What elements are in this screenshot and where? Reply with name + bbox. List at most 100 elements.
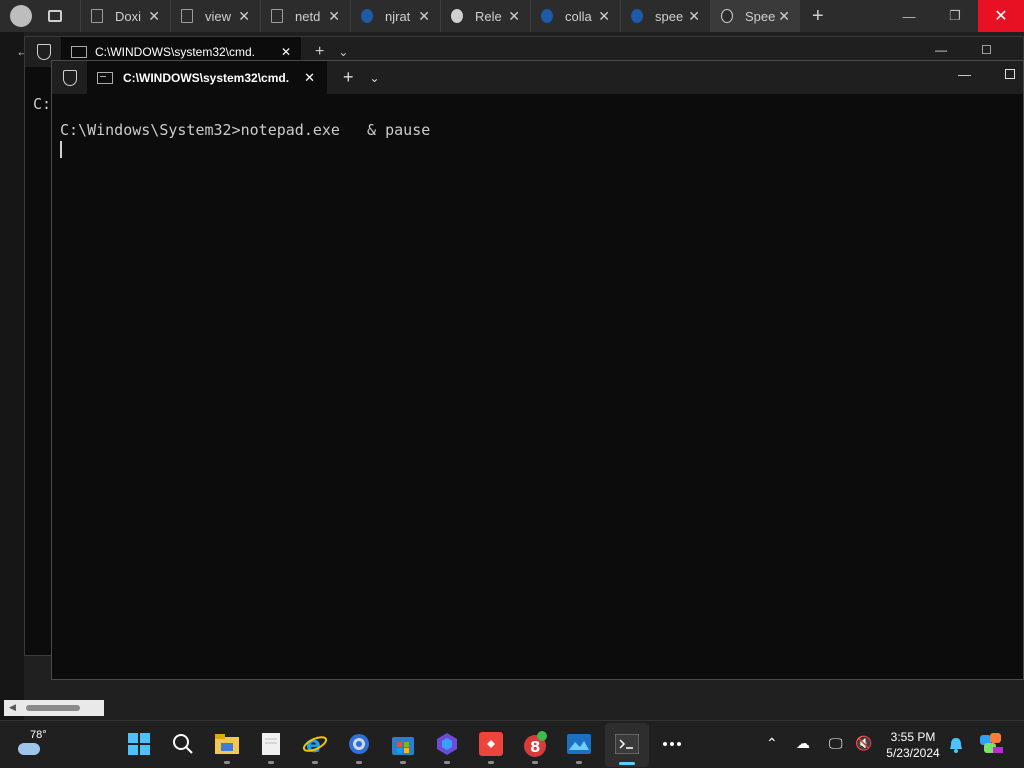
github-copilot-icon: [721, 9, 733, 23]
github-icon: [451, 9, 463, 23]
browser-tab-active[interactable]: Spee ✕: [710, 0, 800, 32]
copilot-icon[interactable]: [980, 733, 1004, 758]
system-clock[interactable]: 3:55 PM 5/23/2024: [880, 729, 946, 761]
terminal-output[interactable]: C:\Windows\System32>notepad.exe & pause: [60, 121, 430, 139]
terminal-titlebar: C:\WINDOWS\system32\cmd. ✕ + ⌄ —: [52, 61, 1023, 94]
close-icon[interactable]: ✕: [688, 8, 700, 25]
browser-tab[interactable]: view ✕: [170, 0, 260, 32]
scroll-thumb[interactable]: [26, 705, 80, 711]
close-icon[interactable]: ✕: [508, 8, 520, 25]
taskbar: 78° e 8 ⌃ ☁ 🖵 🔇 3:55 PM 5/23/2024: [0, 720, 1024, 768]
settings-icon[interactable]: [346, 731, 372, 757]
running-indicator: [400, 761, 406, 764]
tab-title: njrat: [385, 8, 411, 24]
running-indicator: [312, 761, 318, 764]
close-icon[interactable]: ✕: [238, 8, 250, 25]
restore-button[interactable]: ❐: [932, 0, 978, 32]
chevron-down-icon[interactable]: ⌄: [370, 71, 380, 85]
svg-text:e: e: [306, 733, 321, 756]
search-icon: [631, 9, 643, 23]
network-icon[interactable]: 🖵: [829, 735, 843, 752]
close-icon[interactable]: ✕: [281, 45, 291, 59]
close-tab-button[interactable]: ✕: [304, 70, 315, 86]
visual-studio-icon[interactable]: [434, 731, 460, 757]
clock-date: 5/23/2024: [886, 746, 940, 760]
new-tab-button[interactable]: +: [343, 67, 354, 88]
terminal-tab[interactable]: C:\WINDOWS\system32\cmd. ✕: [87, 61, 327, 94]
tab-actions-icon[interactable]: [48, 10, 62, 22]
tab-title: Spee: [745, 8, 775, 24]
app-8-icon[interactable]: 8: [522, 731, 548, 757]
close-icon[interactable]: ✕: [148, 8, 160, 25]
search-icon: [361, 9, 373, 23]
microsoft-store-icon[interactable]: [390, 731, 416, 757]
file-explorer-icon[interactable]: [214, 731, 240, 757]
tab-title: netd: [295, 8, 321, 24]
close-icon[interactable]: ✕: [418, 8, 430, 25]
minimize-button[interactable]: —: [935, 43, 947, 57]
tab-title: colla: [565, 8, 592, 24]
windows-start-icon[interactable]: [126, 731, 152, 757]
tab-title: spee: [655, 8, 684, 24]
chevron-down-icon[interactable]: ⌄: [338, 45, 348, 59]
photos-icon[interactable]: [566, 731, 592, 757]
page-icon: [271, 9, 283, 23]
search-icon[interactable]: [170, 731, 196, 757]
browser-tab[interactable]: Rele ✕: [440, 0, 530, 32]
running-indicator: [532, 761, 538, 764]
svg-text:8: 8: [530, 738, 540, 756]
tab-title: Doxi: [115, 8, 142, 24]
tab-title: Rele: [475, 8, 502, 24]
minimize-button[interactable]: —: [958, 67, 971, 82]
close-icon[interactable]: ✕: [778, 8, 790, 25]
anydesk-icon[interactable]: [478, 731, 504, 757]
close-icon[interactable]: ✕: [328, 8, 340, 25]
notification-bell-icon[interactable]: [949, 737, 963, 756]
weather-widget[interactable]: 78°: [14, 729, 54, 761]
more-icon[interactable]: [659, 731, 685, 757]
terminal-window: C:\WINDOWS\system32\cmd. ✕ + ⌄ — C:\Wind…: [51, 60, 1024, 680]
close-button[interactable]: ✕: [978, 0, 1024, 32]
new-tab-button[interactable]: +: [812, 5, 824, 28]
running-indicator: [488, 761, 494, 764]
notepad-icon[interactable]: [258, 731, 284, 757]
running-indicator: [268, 761, 274, 764]
volume-muted-icon[interactable]: 🔇: [855, 735, 872, 752]
page-icon: [181, 9, 193, 23]
clock-time: 3:55 PM: [890, 730, 936, 744]
tab-title: C:\WINDOWS\system32\cmd.: [95, 45, 256, 59]
running-indicator: [444, 761, 450, 764]
browser-sidebar: [0, 32, 24, 722]
browser-tab[interactable]: Doxi ✕: [80, 0, 170, 32]
cloud-icon: [18, 743, 40, 755]
profile-avatar[interactable]: [10, 5, 32, 27]
browser-tab-strip: Doxi ✕ view ✕ netd ✕ njrat ✕ Rele ✕ colla ✕ sp…: [0, 0, 1024, 32]
tab-title: view: [205, 8, 232, 24]
desktop: Doxi ✕ view ✕ netd ✕ njrat ✕ Rele ✕ colla ✕ sp…: [0, 0, 1024, 768]
weather-temp: 78°: [30, 729, 47, 741]
maximize-button[interactable]: [1005, 69, 1015, 79]
browser-tab[interactable]: spee ✕: [620, 0, 710, 32]
search-icon: [541, 9, 553, 23]
terminal-icon[interactable]: [614, 731, 640, 757]
close-icon[interactable]: ✕: [598, 8, 610, 25]
shield-icon: [63, 69, 77, 86]
minimize-button[interactable]: —: [886, 0, 932, 32]
running-indicator: [224, 761, 230, 764]
shield-icon: [37, 44, 51, 60]
active-indicator: [619, 762, 635, 765]
new-tab-button[interactable]: +: [315, 43, 324, 61]
horizontal-scrollbar[interactable]: ◀: [4, 700, 104, 716]
onedrive-icon[interactable]: ☁: [796, 735, 810, 752]
browser-tab[interactable]: netd ✕: [260, 0, 350, 32]
cmd-icon: [97, 71, 113, 84]
chevron-up-icon[interactable]: ⌃: [766, 735, 778, 752]
browser-tab[interactable]: njrat ✕: [350, 0, 440, 32]
running-indicator: [576, 761, 582, 764]
scroll-left-icon[interactable]: ◀: [9, 702, 16, 713]
maximize-button[interactable]: ☐: [981, 43, 992, 57]
internet-explorer-icon[interactable]: e: [302, 731, 328, 757]
page-icon: [91, 9, 103, 23]
browser-tab[interactable]: colla ✕: [530, 0, 620, 32]
text-cursor: [60, 141, 62, 158]
